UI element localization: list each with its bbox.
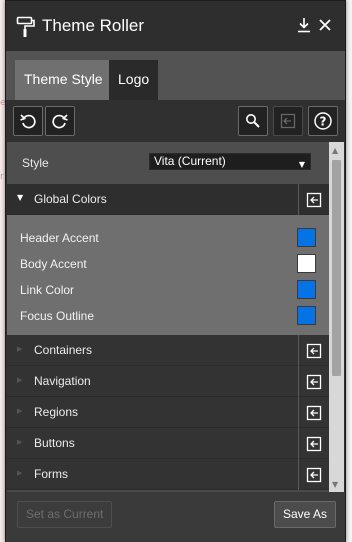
dropdown-arrow-icon: ▼ [298,160,305,169]
reset-icon [306,436,322,451]
caret-right-icon: ▶ [17,407,23,415]
theme-options-panel: Style Vita (Current) ▼ ▼ Global Colors H… [7,142,344,492]
color-row-body-accent: Body Accent [7,250,329,276]
color-label: Header Accent [20,231,99,245]
dialog-titlebar[interactable]: Theme Roller [6,1,345,51]
reset-group-button[interactable] [298,397,329,428]
reset-icon [306,374,322,389]
color-swatch[interactable] [297,280,316,299]
color-swatch[interactable] [297,306,316,325]
background-text: r [0,172,4,182]
group-label: Containers [34,343,93,357]
import-icon [279,112,297,130]
close-icon[interactable] [317,16,333,34]
tab-logo[interactable]: Logo [109,60,159,100]
caret-right-icon: ▶ [17,469,23,477]
redo-button[interactable] [45,106,75,136]
group-label: Global Colors [34,192,107,206]
color-label: Focus Outline [20,309,95,323]
dock-icon[interactable] [296,16,312,34]
global-colors-list: Header Accent Body Accent Link Color Foc… [7,215,329,335]
paint-roller-icon [16,16,36,38]
reset-group-button[interactable] [298,428,329,459]
theme-roller-dialog: Theme Roller Theme Style Logo ? Style Vi… [5,0,346,542]
group-regions[interactable]: ▶ Regions [7,397,329,428]
caret-right-icon: ▶ [17,438,23,446]
group-label: Forms [34,467,68,481]
group-buttons[interactable]: ▶ Buttons [7,428,329,459]
reset-icon [306,343,322,358]
style-select-value: Vita (Current) [154,154,226,168]
reset-group-button[interactable] [298,335,329,366]
color-swatch[interactable] [297,228,316,247]
toolbar: ? [6,100,345,142]
scrollbar-thumb[interactable] [332,160,341,376]
color-row-header-accent: Header Accent [7,224,329,250]
titlebar-actions [296,16,333,34]
reset-group-button[interactable] [298,459,329,490]
color-label: Body Accent [20,257,87,271]
reset-group-button[interactable] [298,366,329,397]
group-label: Buttons [34,436,75,450]
reset-icon [306,405,322,420]
search-icon [244,112,262,130]
group-global-colors[interactable]: ▼ Global Colors [7,184,329,215]
caret-right-icon: ▶ [17,345,23,353]
reset-icon [306,467,322,482]
svg-text:?: ? [320,115,327,129]
search-button[interactable] [238,106,268,136]
tab-bar: Theme Style Logo [6,51,345,100]
help-icon: ? [313,111,333,131]
import-button[interactable] [273,106,303,136]
style-row: Style Vita (Current) ▼ [7,142,329,184]
tab-theme-style[interactable]: Theme Style [15,60,112,100]
scroll-up-icon[interactable]: ▲ [332,146,338,155]
color-row-link-color: Link Color [7,276,329,302]
style-label: Style [22,156,49,170]
style-select[interactable]: Vita (Current) ▼ [149,153,311,170]
group-forms[interactable]: ▶ Forms [7,459,329,490]
caret-down-icon: ▼ [17,193,24,202]
dialog-title: Theme Roller [42,16,145,35]
group-containers[interactable]: ▶ Containers [7,335,329,366]
reset-icon [306,192,322,207]
vertical-scrollbar[interactable]: ▲ ▼ [329,142,344,492]
undo-button[interactable] [13,106,43,136]
group-label: Navigation [34,374,91,388]
set-as-current-button[interactable]: Set as Current [17,501,113,528]
color-label: Link Color [20,283,75,297]
group-navigation[interactable]: ▶ Navigation [7,366,329,397]
undo-icon [19,112,37,130]
caret-right-icon: ▶ [17,376,23,384]
reset-group-button[interactable] [298,184,329,215]
color-swatch[interactable] [297,254,316,273]
dialog-footer: Set as Current Save As [6,492,345,542]
scroll-down-icon[interactable]: ▼ [332,480,338,489]
color-row-focus-outline: Focus Outline [7,302,329,328]
group-label: Regions [34,405,79,419]
save-as-button[interactable]: Save As [273,501,336,528]
help-button[interactable]: ? [308,106,338,136]
redo-icon [51,112,69,130]
